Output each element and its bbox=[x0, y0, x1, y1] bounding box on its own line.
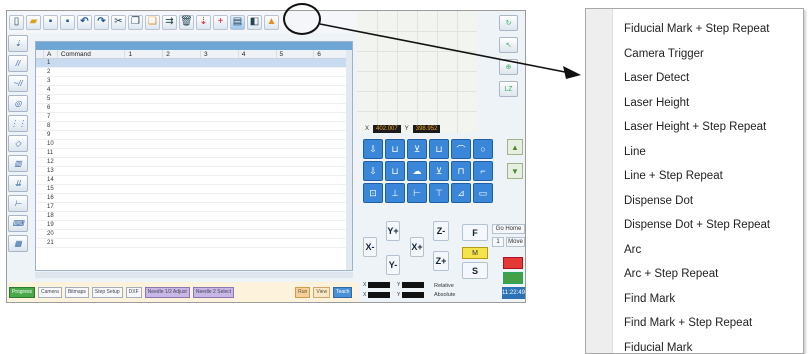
menu-item[interactable]: Camera Trigger bbox=[624, 46, 770, 71]
menu-item[interactable]: Line bbox=[624, 144, 770, 169]
menu-item[interactable]: Find Mark bbox=[624, 291, 770, 316]
menu-item[interactable]: Fiducial Mark bbox=[624, 340, 770, 354]
menu-item[interactable]: Laser Height bbox=[624, 95, 770, 120]
menu-item[interactable]: Line + Step Repeat bbox=[624, 168, 770, 193]
menu-icon-gutter bbox=[586, 9, 613, 353]
menu-item[interactable]: Dispense Dot + Step Repeat bbox=[624, 217, 770, 242]
menu-item[interactable]: Arc bbox=[624, 242, 770, 267]
menu-item[interactable]: Find Mark + Step Repeat bbox=[624, 315, 770, 340]
command-popup-menu: Fiducial Mark + Step Repeat Camera Trigge… bbox=[585, 8, 804, 354]
menu-item[interactable]: Dispense Dot bbox=[624, 193, 770, 218]
command-menu-list: Fiducial Mark + Step Repeat Camera Trigge… bbox=[624, 21, 770, 354]
menu-item[interactable]: Laser Detect bbox=[624, 70, 770, 95]
menu-item[interactable]: Laser Height + Step Repeat bbox=[624, 119, 770, 144]
menu-item[interactable]: Fiducial Mark + Step Repeat bbox=[624, 21, 770, 46]
menu-item[interactable]: Arc + Step Repeat bbox=[624, 266, 770, 291]
